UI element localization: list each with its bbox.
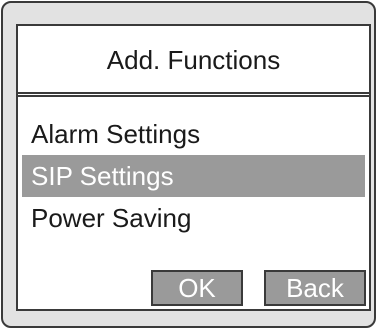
screen-title: Add. Functions	[106, 44, 281, 75]
device-frame: Add. Functions Alarm Settings SIP Settin…	[1, 1, 376, 328]
menu-item-alarm-settings[interactable]: Alarm Settings	[22, 113, 365, 155]
back-button[interactable]: Back	[264, 270, 366, 306]
menu-item-power-saving[interactable]: Power Saving	[22, 197, 365, 239]
function-menu: Alarm Settings SIP Settings Power Saving	[18, 113, 369, 239]
display-screen: Add. Functions Alarm Settings SIP Settin…	[16, 24, 371, 311]
menu-item-sip-settings[interactable]: SIP Settings	[22, 155, 365, 197]
ok-button[interactable]: OK	[151, 270, 243, 306]
title-divider	[18, 92, 369, 97]
